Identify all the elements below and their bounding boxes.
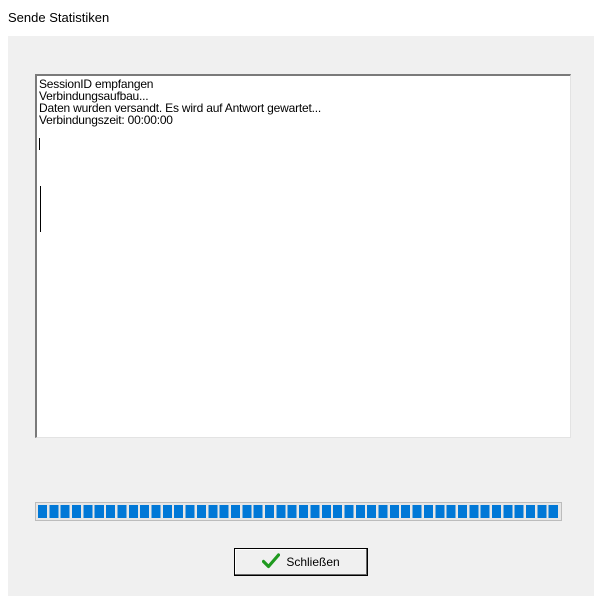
progress-bar-fill xyxy=(38,505,559,518)
progress-bar xyxy=(35,502,562,521)
checkmark-icon xyxy=(262,552,281,572)
dialog-client-area: SessionID empfangen Verbindungsaufbau...… xyxy=(8,36,594,596)
window-title: Sende Statistiken xyxy=(8,10,110,25)
log-line: Verbindungszeit: 00:00:00 xyxy=(39,113,173,127)
text-caret xyxy=(39,138,40,150)
log-textarea[interactable]: SessionID empfangen Verbindungsaufbau...… xyxy=(35,74,571,438)
dialog-window: Sende Statistiken SessionID empfangen Ve… xyxy=(0,0,594,596)
close-button[interactable]: Schließen xyxy=(234,548,368,576)
close-button-label: Schließen xyxy=(286,555,340,569)
text-caret-artifact xyxy=(40,186,41,232)
